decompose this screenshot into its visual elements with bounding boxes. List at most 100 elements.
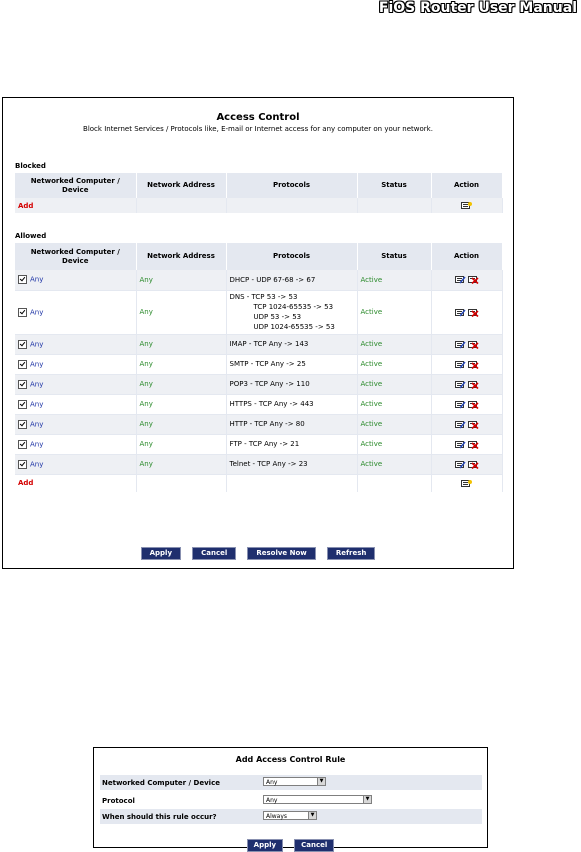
delete-icon[interactable]: [467, 440, 479, 449]
protocol-cell: HTTP - TCP Any -> 80: [229, 420, 305, 428]
when-select[interactable]: Always ▼: [263, 811, 317, 820]
access-control-panel: Access Control Block Internet Services /…: [2, 97, 514, 569]
protocol-cell: POP3 - TCP Any -> 110: [229, 380, 310, 388]
protocol-cell: DHCP - UDP 67-68 -> 67: [229, 275, 316, 284]
device-row: Networked Computer / Device Any ▼: [100, 775, 482, 790]
chevron-down-icon: ▼: [317, 778, 325, 785]
allow-checkbox[interactable]: [18, 459, 27, 469]
col-header-action: Action: [431, 173, 503, 198]
device-label: Networked Computer / Device: [102, 779, 220, 787]
device-link[interactable]: Any: [30, 380, 43, 388]
status-badge: Active: [360, 360, 383, 368]
allow-checkbox[interactable]: [18, 339, 27, 349]
edit-icon[interactable]: [454, 275, 466, 284]
protocol-select[interactable]: Any ▼: [263, 795, 372, 804]
page-subtitle: Block Internet Services / Protocols like…: [83, 125, 433, 133]
manual-title: FiOS Router User Manual: [378, 0, 577, 16]
edit-icon[interactable]: [454, 400, 466, 409]
device-link[interactable]: Any: [30, 440, 43, 448]
when-label: When should this rule occur?: [102, 813, 217, 821]
edit-icon[interactable]: [454, 360, 466, 369]
edit-icon[interactable]: [454, 380, 466, 389]
protocol-row: Protocol Any ▼: [100, 793, 482, 808]
delete-icon[interactable]: [467, 308, 479, 317]
device-link[interactable]: Any: [30, 308, 43, 316]
delete-icon[interactable]: [467, 420, 479, 429]
edit-icon[interactable]: [454, 340, 466, 349]
col-header-status: Status: [357, 173, 432, 198]
add-blocked-link[interactable]: Add: [18, 202, 33, 210]
table-row: Any Any HTTPS - TCP Any -> 443 Active: [15, 394, 503, 415]
allow-checkbox[interactable]: [18, 275, 27, 285]
edit-icon[interactable]: [454, 308, 466, 317]
add-rule-panel: Add Access Control Rule Networked Comput…: [93, 747, 488, 852]
device-select-value: Any: [266, 779, 278, 786]
table-row: Any Any IMAP - TCP Any -> 143 Active: [15, 334, 503, 355]
status-badge: Active: [360, 275, 383, 284]
device-link[interactable]: Any: [30, 420, 43, 428]
when-row: When should this rule occur? Always ▼: [100, 809, 482, 824]
allow-checkbox[interactable]: [18, 419, 27, 429]
network-address: Any: [139, 440, 153, 448]
device-link[interactable]: Any: [30, 460, 43, 468]
allow-checkbox[interactable]: [18, 439, 27, 449]
add-rule-icon[interactable]: [461, 201, 472, 210]
add-rule-cancel-button[interactable]: Cancel: [294, 839, 335, 852]
col-header-protocols: Protocols: [226, 173, 358, 198]
protocol-label: Protocol: [102, 797, 135, 805]
protocol-line: DNS - TCP 53 -> 53: [229, 293, 298, 301]
protocol-cell: FTP - TCP Any -> 21: [229, 440, 300, 448]
chevron-down-icon: ▼: [363, 796, 371, 803]
delete-icon[interactable]: [467, 380, 479, 389]
edit-icon[interactable]: [454, 420, 466, 429]
delete-icon[interactable]: [467, 275, 479, 285]
blocked-section-label: Blocked: [15, 162, 46, 170]
add-rule-icon[interactable]: [461, 479, 472, 488]
delete-icon[interactable]: [467, 340, 479, 349]
col-header-address: Network Address: [136, 173, 227, 198]
refresh-button[interactable]: Refresh: [326, 547, 376, 560]
protocol-line: UDP 1024-65535 -> 53: [253, 323, 335, 331]
table-row: Any Any SMTP - TCP Any -> 25 Active: [15, 354, 503, 375]
status-badge: Active: [360, 400, 383, 408]
protocol-cell: SMTP - TCP Any -> 25: [229, 360, 306, 368]
action-button-row: Apply Cancel Resolve Now Refresh: [3, 540, 513, 560]
network-address: Any: [139, 360, 153, 368]
status-badge: Active: [360, 420, 383, 428]
status-badge: Active: [360, 340, 383, 348]
device-link[interactable]: Any: [30, 276, 43, 284]
protocol-line: UDP 53 -> 53: [253, 313, 302, 321]
resolve-now-button[interactable]: Resolve Now: [247, 547, 316, 560]
network-address: Any: [139, 380, 153, 388]
device-link[interactable]: Any: [30, 400, 43, 408]
page-title: Access Control: [216, 112, 300, 123]
chevron-down-icon: ▼: [308, 812, 316, 819]
device-link[interactable]: Any: [30, 340, 43, 348]
protocol-cell: HTTPS - TCP Any -> 443: [229, 400, 314, 408]
allow-checkbox[interactable]: [18, 379, 27, 389]
device-select[interactable]: Any ▼: [263, 777, 326, 786]
table-row: Any Any DHCP - UDP 67-68 -> 67 Active: [15, 270, 503, 291]
add-rule-apply-button[interactable]: Apply: [246, 839, 284, 852]
edit-icon[interactable]: [454, 440, 466, 449]
delete-icon[interactable]: [467, 460, 479, 469]
edit-icon[interactable]: [454, 460, 466, 469]
delete-icon[interactable]: [467, 360, 479, 369]
table-row: Any Any DNS - TCP 53 -> 53 TCP 1024-65535 -…: [15, 290, 503, 335]
col-header-address: Network Address: [136, 243, 227, 270]
status-badge: Active: [360, 460, 383, 468]
cancel-button[interactable]: Cancel: [192, 547, 237, 560]
allow-checkbox[interactable]: [18, 399, 27, 409]
network-address: Any: [139, 340, 153, 348]
add-allowed-link[interactable]: Add: [18, 479, 33, 487]
when-select-value: Always: [266, 813, 288, 820]
delete-icon[interactable]: [467, 400, 479, 409]
col-header-device: Networked Computer / Device: [15, 243, 137, 270]
allow-checkbox[interactable]: [18, 359, 27, 369]
apply-button[interactable]: Apply: [140, 547, 182, 560]
allow-checkbox[interactable]: [18, 307, 27, 317]
network-address: Any: [139, 420, 153, 428]
allowed-table: Networked Computer / Device Network Addr…: [15, 243, 503, 492]
status-badge: Active: [360, 308, 383, 316]
device-link[interactable]: Any: [30, 360, 43, 368]
